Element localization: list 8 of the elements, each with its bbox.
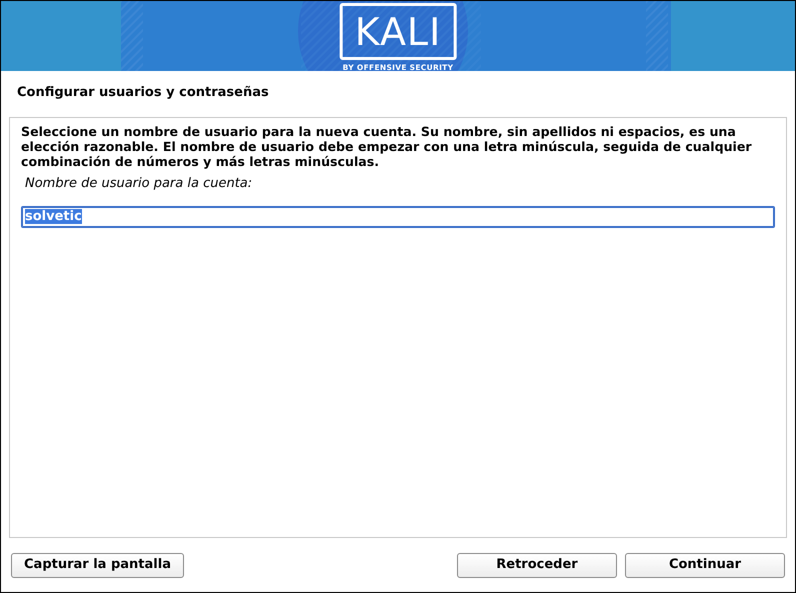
nav-button[interactable]: Retroceder xyxy=(457,552,617,578)
logo-text: KALI xyxy=(340,3,456,60)
page-title: Configurar usuarios y contraseñas xyxy=(16,84,270,102)
field-label: Nombre de usuario para la cuenta: xyxy=(25,175,254,193)
screenshot-button[interactable]: Capturar la pantalla xyxy=(11,552,184,578)
nav-button[interactable]: Continuar xyxy=(625,552,785,578)
username-field[interactable]: solvetic xyxy=(21,206,775,228)
description-text: Seleccione un nombre de usuario para la nueva cuenta. Su nombre, sin apellidos ni espacios, es una elección razonable. El nombre de usuario debe empezar con una letra minúscula, seguida de cualquier combinación de números y más letras minúsculas. xyxy=(21,124,753,169)
